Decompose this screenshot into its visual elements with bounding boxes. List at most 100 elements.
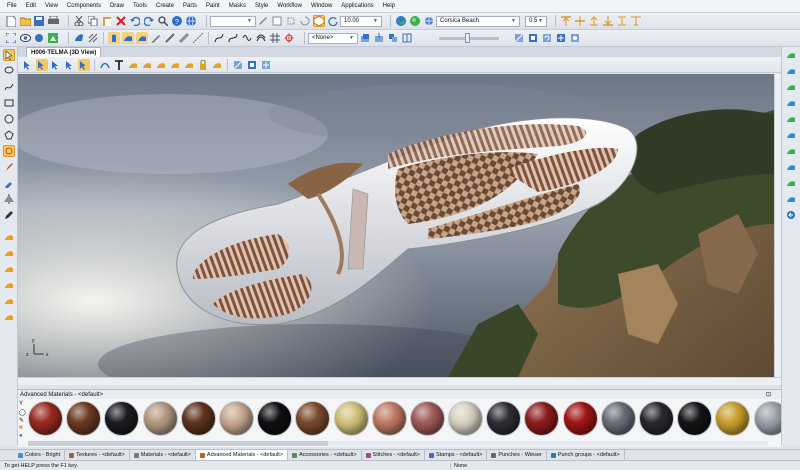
material-swatch[interactable] [409, 401, 448, 443]
pencil-icon[interactable] [3, 209, 15, 221]
material-swatch[interactable] [180, 401, 219, 443]
library-tab[interactable]: Accessories - <default> [288, 450, 362, 460]
render-icon[interactable] [47, 32, 59, 44]
zoom-icon[interactable] [157, 15, 169, 27]
view-part-select-icon[interactable] [50, 59, 62, 71]
layer-select[interactable]: <None> ▼ [308, 32, 358, 44]
help-icon[interactable]: ? [171, 15, 183, 27]
align-top-icon[interactable] [560, 15, 572, 27]
menu-paint[interactable]: Paint [206, 3, 220, 9]
delete-icon[interactable] [115, 15, 127, 27]
shoe-last-icon[interactable] [73, 32, 85, 44]
pattern-icon[interactable] [87, 32, 99, 44]
globe-icon[interactable] [185, 15, 197, 27]
shoe-view-1-icon[interactable] [127, 59, 139, 71]
lock-icon[interactable] [197, 59, 209, 71]
environment-select[interactable]: Corsica Beach ▼ [436, 15, 520, 27]
material-swatch[interactable] [677, 401, 715, 443]
material-swatch[interactable] [715, 401, 753, 443]
paint-brush-icon[interactable] [3, 161, 15, 173]
opacity-field[interactable]: 0.5 ▼ [525, 15, 547, 27]
ellipse-icon[interactable]: ◯ [19, 409, 27, 417]
right-tool-2-icon[interactable] [785, 65, 797, 77]
shoe-view-3-icon[interactable] [155, 59, 167, 71]
library-tab[interactable]: Colors - Bright [14, 450, 66, 460]
right-tool-1-icon[interactable] [785, 49, 797, 61]
library-tab[interactable]: Advanced Materials - <default> [195, 450, 289, 460]
view-texture-2-icon[interactable] [246, 59, 258, 71]
right-tool-6-icon[interactable] [785, 129, 797, 141]
text-tool-icon[interactable] [113, 59, 125, 71]
menu-draw[interactable]: Draw [110, 3, 124, 9]
view-section-icon[interactable] [99, 59, 111, 71]
brush-small-icon[interactable]: ✎ [19, 417, 27, 425]
new-file-icon[interactable] [5, 15, 17, 27]
select-arrow-icon[interactable] [3, 49, 15, 61]
view-orbit-icon[interactable] [78, 58, 90, 71]
materials-scrollbar[interactable] [28, 441, 768, 446]
menu-workflow[interactable]: Workflow [277, 3, 302, 9]
shoe-view-6-icon[interactable] [211, 59, 223, 71]
save-icon[interactable] [33, 15, 45, 27]
pen-icon[interactable] [257, 15, 269, 27]
shoe-view-2-icon[interactable] [141, 59, 153, 71]
layer-lock-icon[interactable] [373, 32, 385, 44]
right-tool-3-icon[interactable] [785, 81, 797, 93]
menu-tools[interactable]: Tools [133, 3, 147, 9]
shoe-tool-4-icon[interactable] [3, 279, 15, 291]
shoe-tool-5-icon[interactable] [3, 295, 15, 307]
material-swatch[interactable] [295, 401, 333, 443]
material-swatch[interactable] [448, 401, 486, 443]
measure-icon[interactable] [192, 32, 204, 44]
right-tool-10-icon[interactable] [785, 193, 797, 205]
circle-icon[interactable] [3, 113, 15, 125]
library-tab[interactable]: Punches - Wieser [487, 450, 547, 460]
layer-merge-icon[interactable] [387, 32, 399, 44]
material-swatch[interactable] [753, 401, 781, 443]
shoe-view-5-icon[interactable] [183, 59, 195, 71]
environment-sphere-icon[interactable] [409, 15, 421, 27]
material-swatch[interactable] [218, 401, 257, 443]
filter-icon[interactable]: Y [19, 401, 27, 409]
materials-scrollbar-thumb[interactable] [28, 441, 328, 446]
info-small-icon[interactable]: ● [19, 433, 27, 441]
style-select[interactable]: ▼ [210, 15, 256, 27]
footwear-top-icon[interactable] [136, 32, 148, 44]
texture-move-icon[interactable] [555, 32, 567, 44]
align-up-icon[interactable] [588, 15, 600, 27]
library-tab[interactable]: Materials - <default> [130, 450, 196, 460]
grid-icon[interactable] [269, 32, 281, 44]
right-tool-4-icon[interactable] [785, 97, 797, 109]
right-tool-11-icon[interactable] [785, 209, 797, 221]
view-3d-select-icon[interactable] [36, 58, 48, 71]
orientation-icon[interactable] [313, 15, 325, 27]
freehand-icon[interactable] [3, 81, 15, 93]
menu-applications[interactable]: Applications [341, 3, 373, 9]
right-tool-8-icon[interactable] [785, 161, 797, 173]
material-swatch[interactable] [28, 401, 66, 443]
bezier-icon[interactable] [227, 32, 239, 44]
library-tab[interactable]: Punch groups - <default> [547, 450, 625, 460]
environment-light-icon[interactable] [423, 15, 435, 27]
slice-icon[interactable] [164, 32, 176, 44]
refresh-icon[interactable] [327, 15, 339, 27]
align-bottom-icon[interactable] [602, 15, 614, 27]
material-swatch[interactable] [333, 401, 372, 443]
footwear-side-icon[interactable] [122, 32, 134, 44]
redo-icon[interactable] [143, 15, 155, 27]
texture-scale-icon[interactable] [527, 32, 539, 44]
material-swatch[interactable] [257, 401, 295, 443]
menu-view[interactable]: View [45, 3, 58, 9]
shoe-tool-2-icon[interactable] [3, 247, 15, 259]
transform-icon[interactable] [285, 15, 297, 27]
3d-viewport[interactable]: y x z [18, 74, 774, 377]
menu-window[interactable]: Window [311, 3, 332, 9]
menu-edit[interactable]: Edit [26, 3, 36, 9]
rectangle-icon[interactable] [3, 97, 15, 109]
menu-masks[interactable]: Masks [229, 3, 246, 9]
cut-icon[interactable] [73, 15, 85, 27]
print-icon[interactable] [47, 15, 59, 27]
shoe-tool-6-icon[interactable] [3, 311, 15, 323]
material-swatch[interactable] [524, 401, 562, 443]
view-texture-3-icon[interactable] [260, 59, 272, 71]
